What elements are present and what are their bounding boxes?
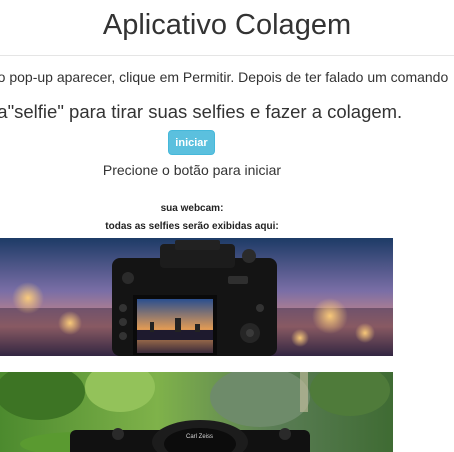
camera-garden-photo: Carl Zeiss xyxy=(0,372,393,452)
dslr-camera-photo xyxy=(0,238,393,356)
selfies-label: todas as selfies serão exibidas aqui: xyxy=(105,221,279,232)
start-button[interactable]: iniciar xyxy=(168,130,215,155)
page-title: Aplicativo Colagem xyxy=(102,9,352,41)
page-header: Aplicativo Colagem xyxy=(0,0,454,56)
selfie-command-text: ga"selfie" para tirar suas selfies e faz… xyxy=(0,101,403,122)
press-to-start-text: Precione o botão para iniciar xyxy=(102,162,282,178)
instruction-text: e o pop-up aparecer, clique em Permitir.… xyxy=(0,69,449,85)
lens-brand-text: Carl Zeiss xyxy=(186,434,213,440)
webcam-label: sua webcam: xyxy=(160,203,224,214)
